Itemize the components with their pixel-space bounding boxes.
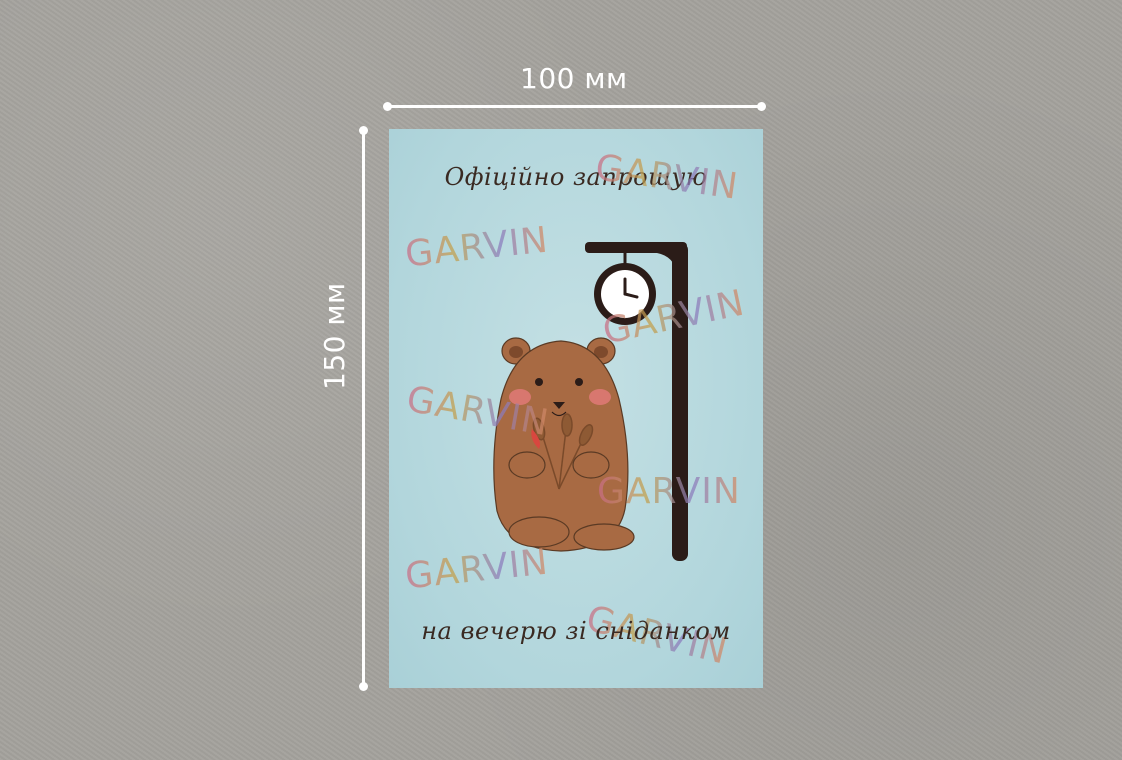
height-line-start-dot <box>359 126 368 135</box>
width-label: 100 мм <box>520 62 628 95</box>
width-line-end-dot <box>757 102 766 111</box>
height-label: 150 мм <box>318 282 351 390</box>
card-subtitle: на вечерю зі сніданком <box>421 617 731 645</box>
width-dimension-line <box>387 105 761 108</box>
width-line-start-dot <box>383 102 392 111</box>
height-line-end-dot <box>359 682 368 691</box>
height-dimension-line <box>362 130 365 686</box>
invitation-card: Офіційно запрошую GARVIN GARVIN GARVIN G… <box>389 129 763 688</box>
groundhog-icon <box>493 337 635 552</box>
watermark: GARVIN <box>597 471 741 512</box>
